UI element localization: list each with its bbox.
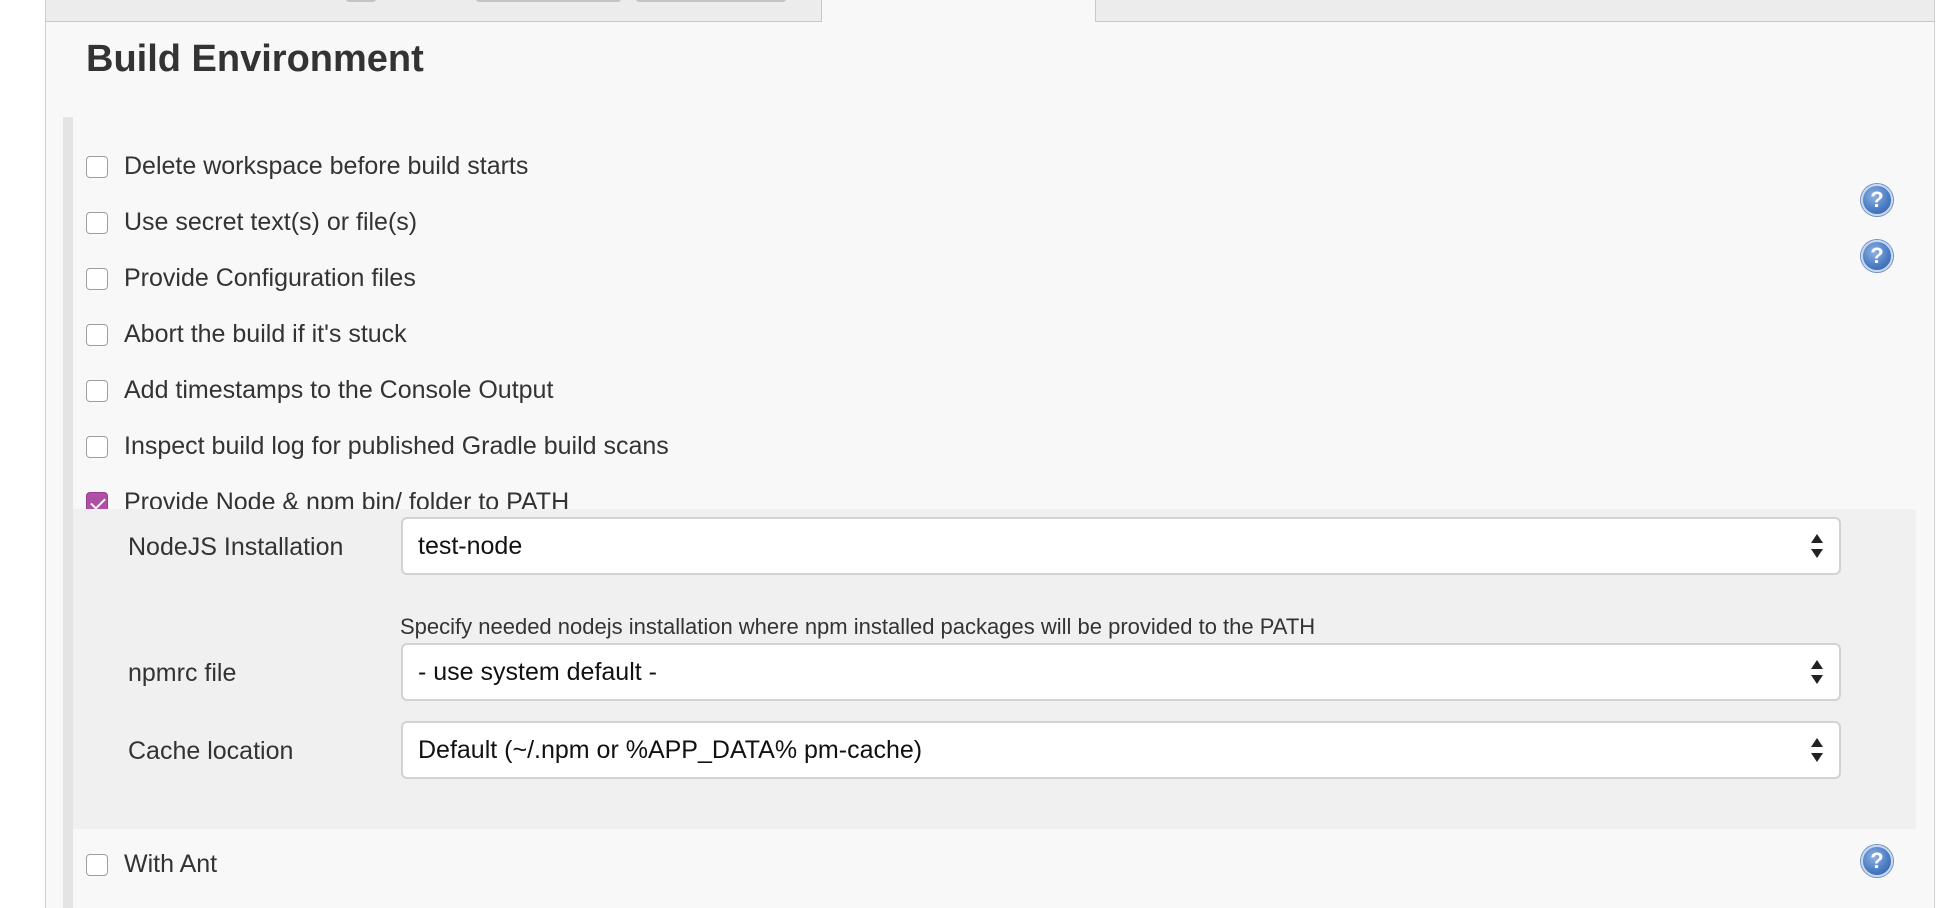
option-gradle-build-scans[interactable]: Inspect build log for published Gradle b… [86,424,1936,468]
section-left-border [63,117,73,908]
cache-location-select[interactable]: Default (~/.npm or %APP_DATA% pm-cache) [401,721,1841,779]
checkbox-icon[interactable] [86,436,108,458]
nodejs-installation-help-text: Specify needed nodejs installation where… [400,614,1316,639]
option-label[interactable]: With Ant [124,848,217,880]
checkbox-icon[interactable] [86,156,108,178]
help-icon[interactable]: ? [1861,240,1893,272]
npmrc-file-label: npmrc file [128,659,237,687]
config-tab-strip [45,0,1935,22]
select-value: - use system default - [418,658,657,686]
tab-text-fragment [476,0,621,2]
checkbox-icon[interactable] [86,212,108,234]
option-with-ant[interactable]: With Ant [86,842,1936,886]
select-value: test-node [418,532,523,560]
checkbox-icon[interactable] [86,324,108,346]
section-title: Build Environment [86,38,424,80]
option-use-secret-text[interactable]: Use secret text(s) or file(s) [86,200,1936,244]
option-label[interactable]: Use secret text(s) or file(s) [124,206,417,238]
select-value: Default (~/.npm or %APP_DATA% pm-cache) [418,736,923,764]
build-environment-panel: Build Environment Delete workspace befor… [45,22,1935,908]
option-delete-workspace[interactable]: Delete workspace before build starts [86,144,1936,188]
option-add-timestamps[interactable]: Add timestamps to the Console Output [86,368,1936,412]
option-label[interactable]: Delete workspace before build starts [124,150,528,182]
config-tab-active[interactable] [821,0,1096,22]
checkbox-icon[interactable] [86,380,108,402]
npmrc-file-select[interactable]: - use system default - [401,643,1841,701]
checkbox-icon[interactable] [86,854,108,876]
option-label[interactable]: Abort the build if it's stuck [124,318,407,350]
select-arrows-icon [1811,534,1823,558]
cache-location-label: Cache location [128,737,294,765]
tab-text-fragment [636,0,786,2]
option-provide-config-files[interactable]: Provide Configuration files [86,256,1936,300]
help-icon[interactable]: ? [1861,845,1893,877]
config-tab[interactable] [1096,0,1934,22]
option-label[interactable]: Inspect build log for published Gradle b… [124,430,669,462]
config-tab[interactable] [46,0,821,22]
option-abort-if-stuck[interactable]: Abort the build if it's stuck [86,312,1936,356]
option-label[interactable]: Add timestamps to the Console Output [124,374,553,406]
tab-text-fragment [346,0,376,2]
nodejs-config-section: NodeJS Installation test-node Specify ne… [73,509,1916,829]
select-arrows-icon [1811,738,1823,762]
select-arrows-icon [1811,660,1823,684]
option-label[interactable]: Provide Configuration files [124,262,416,294]
nodejs-installation-select[interactable]: test-node [401,517,1841,575]
help-icon[interactable]: ? [1861,184,1893,216]
nodejs-installation-label: NodeJS Installation [128,533,344,561]
checkbox-icon[interactable] [86,268,108,290]
